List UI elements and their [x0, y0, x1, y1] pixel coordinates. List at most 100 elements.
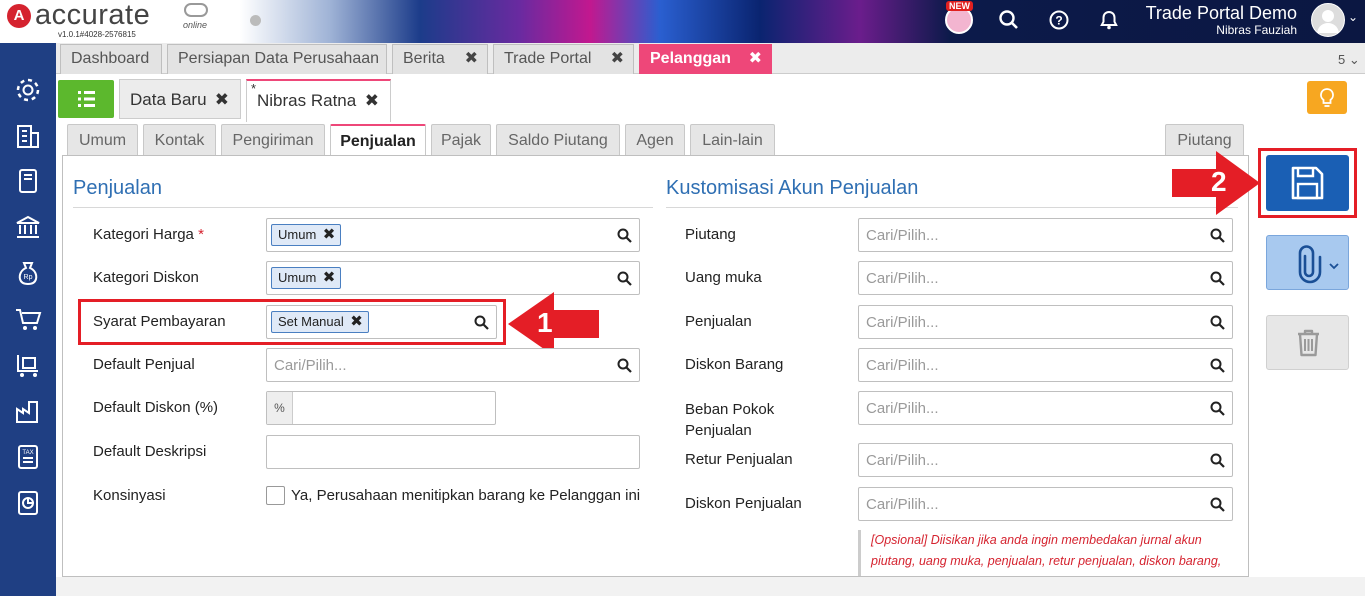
tab-berita[interactable]: Berita ✖ — [392, 44, 488, 74]
report-chart-icon[interactable] — [14, 489, 42, 517]
section-divider — [73, 207, 653, 208]
book-icon[interactable] — [14, 167, 42, 195]
app-logo-text: accurate — [35, 0, 151, 31]
user-name[interactable]: Nibras Fauziah — [1120, 23, 1297, 37]
company-name[interactable]: Trade Portal Demo — [1120, 3, 1297, 24]
akun-penjualan-field[interactable]: Cari/Pilih... — [858, 305, 1233, 339]
search-icon[interactable] — [1210, 228, 1225, 243]
placeholder: Cari/Pilih... — [274, 357, 347, 374]
tax-icon[interactable]: TAX — [14, 443, 42, 471]
search-icon[interactable] — [1210, 271, 1225, 286]
tips-button[interactable] — [1307, 81, 1347, 114]
subtab-nibras-ratna[interactable]: * Nibras Ratna ✖ — [246, 79, 391, 122]
akun-piutang-field[interactable]: Cari/Pilih... — [858, 218, 1233, 252]
default-diskon-field[interactable]: % — [266, 391, 496, 425]
close-icon[interactable]: ✖ — [365, 81, 379, 121]
label-konsinyasi: Konsinyasi — [93, 487, 166, 504]
close-icon[interactable]: ✖ — [749, 45, 762, 73]
search-icon[interactable] — [617, 358, 632, 373]
label-diskon-barang: Diskon Barang — [685, 356, 784, 373]
tab-pajak[interactable]: Pajak — [431, 124, 491, 156]
section-divider — [666, 207, 1238, 208]
konsinyasi-checkbox-label: Ya, Perusahaan menitipkan barang ke Pela… — [291, 487, 641, 504]
tab-agen[interactable]: Agen — [625, 124, 685, 156]
close-icon[interactable]: ✖ — [611, 45, 624, 73]
tab-label: Pelanggan — [650, 50, 731, 67]
shopping-cart-icon[interactable] — [14, 305, 42, 333]
money-bag-icon[interactable]: Rp — [14, 259, 42, 287]
attachment-button[interactable] — [1266, 235, 1349, 290]
close-icon[interactable]: ✖ — [465, 45, 478, 73]
placeholder: Cari/Pilih... — [866, 227, 939, 244]
tab-dashboard[interactable]: Dashboard — [60, 44, 162, 74]
label-default-diskon: Default Diskon (%) — [93, 399, 219, 416]
bell-icon[interactable] — [1097, 9, 1121, 33]
search-icon[interactable] — [1210, 453, 1225, 468]
placeholder: Cari/Pilih... — [866, 496, 939, 513]
arrow-left-icon — [508, 292, 599, 356]
search-icon[interactable] — [617, 228, 632, 243]
help-icon[interactable]: ? — [1047, 9, 1071, 33]
kategori-diskon-field[interactable]: Umum ✖ — [266, 261, 640, 295]
close-icon[interactable]: ✖ — [323, 225, 336, 245]
tab-label: Trade Portal — [504, 50, 592, 67]
user-avatar[interactable] — [1311, 3, 1345, 37]
chevron-down-icon[interactable]: ⌄ — [1348, 10, 1358, 24]
tab-saldo-piutang[interactable]: Saldo Piutang — [496, 124, 620, 156]
tab-label: Berita — [403, 50, 445, 67]
gear-icon[interactable] — [14, 76, 42, 104]
akun-beban-pokok-field[interactable]: Cari/Pilih... — [858, 391, 1233, 425]
search-icon[interactable] — [1210, 358, 1225, 373]
label-uang-muka: Uang muka — [685, 269, 762, 286]
tab-label: Dashboard — [71, 50, 150, 67]
cloud-icon — [184, 3, 208, 17]
lightbulb-icon — [1320, 88, 1334, 107]
panel-footer — [56, 577, 1365, 596]
tab-persiapan-data-perusahaan[interactable]: Persiapan Data Perusahaan — [167, 44, 387, 74]
kategori-harga-field[interactable]: Umum ✖ — [266, 218, 640, 252]
subtab-data-baru[interactable]: Data Baru ✖ — [119, 79, 241, 119]
search-icon[interactable] — [1210, 497, 1225, 512]
label-default-penjual: Default Penjual — [93, 356, 195, 373]
list-view-button[interactable] — [58, 80, 114, 118]
factory-icon[interactable] — [14, 397, 42, 425]
konsinyasi-checkbox[interactable] — [266, 486, 285, 505]
step-2-number: 2 — [1211, 166, 1227, 197]
default-deskripsi-field[interactable] — [266, 435, 640, 469]
default-penjual-field[interactable]: Cari/Pilih... — [266, 348, 640, 382]
inventory-cart-icon[interactable] — [14, 351, 42, 379]
tab-trade-portal[interactable]: Trade Portal ✖ — [493, 44, 634, 74]
search-icon[interactable] — [617, 271, 632, 286]
search-icon[interactable] — [1210, 401, 1225, 416]
tab-umum[interactable]: Umum — [67, 124, 138, 156]
search-icon[interactable] — [997, 9, 1021, 33]
close-icon[interactable]: ✖ — [215, 80, 229, 120]
akun-diskon-barang-field[interactable]: Cari/Pilih... — [858, 348, 1233, 382]
delete-button[interactable] — [1266, 315, 1349, 370]
tab-count: 5 — [1338, 52, 1346, 67]
akun-retur-penjualan-field[interactable]: Cari/Pilih... — [858, 443, 1233, 477]
close-icon[interactable]: ✖ — [323, 268, 336, 288]
akun-diskon-penjualan-field[interactable]: Cari/Pilih... — [858, 487, 1233, 521]
search-icon[interactable] — [1210, 315, 1225, 330]
label-penjualan: Penjualan — [685, 313, 752, 330]
paperclip-icon — [1298, 245, 1339, 284]
akun-uang-muka-field[interactable]: Cari/Pilih... — [858, 261, 1233, 295]
tab-kontak[interactable]: Kontak — [143, 124, 216, 156]
step-1-number: 1 — [537, 307, 553, 338]
save-button[interactable] — [1266, 155, 1349, 211]
svg-text:Rp: Rp — [24, 274, 33, 281]
save-icon — [1291, 166, 1324, 200]
building-icon[interactable] — [14, 122, 42, 150]
required-mark: * — [198, 226, 204, 243]
placeholder: Cari/Pilih... — [866, 270, 939, 287]
placeholder: Cari/Pilih... — [866, 314, 939, 331]
bank-icon[interactable] — [14, 213, 42, 241]
tab-penjualan[interactable]: Penjualan — [330, 124, 426, 158]
tab-pengiriman[interactable]: Pengiriman — [221, 124, 325, 156]
tab-pelanggan[interactable]: Pelanggan ✖ — [639, 44, 772, 74]
label-piutang: Piutang — [685, 226, 736, 243]
tab-count-dropdown[interactable]: 5 ⌄ — [1338, 52, 1360, 68]
list-icon — [78, 91, 95, 107]
tab-lain-lain[interactable]: Lain-lain — [690, 124, 775, 156]
